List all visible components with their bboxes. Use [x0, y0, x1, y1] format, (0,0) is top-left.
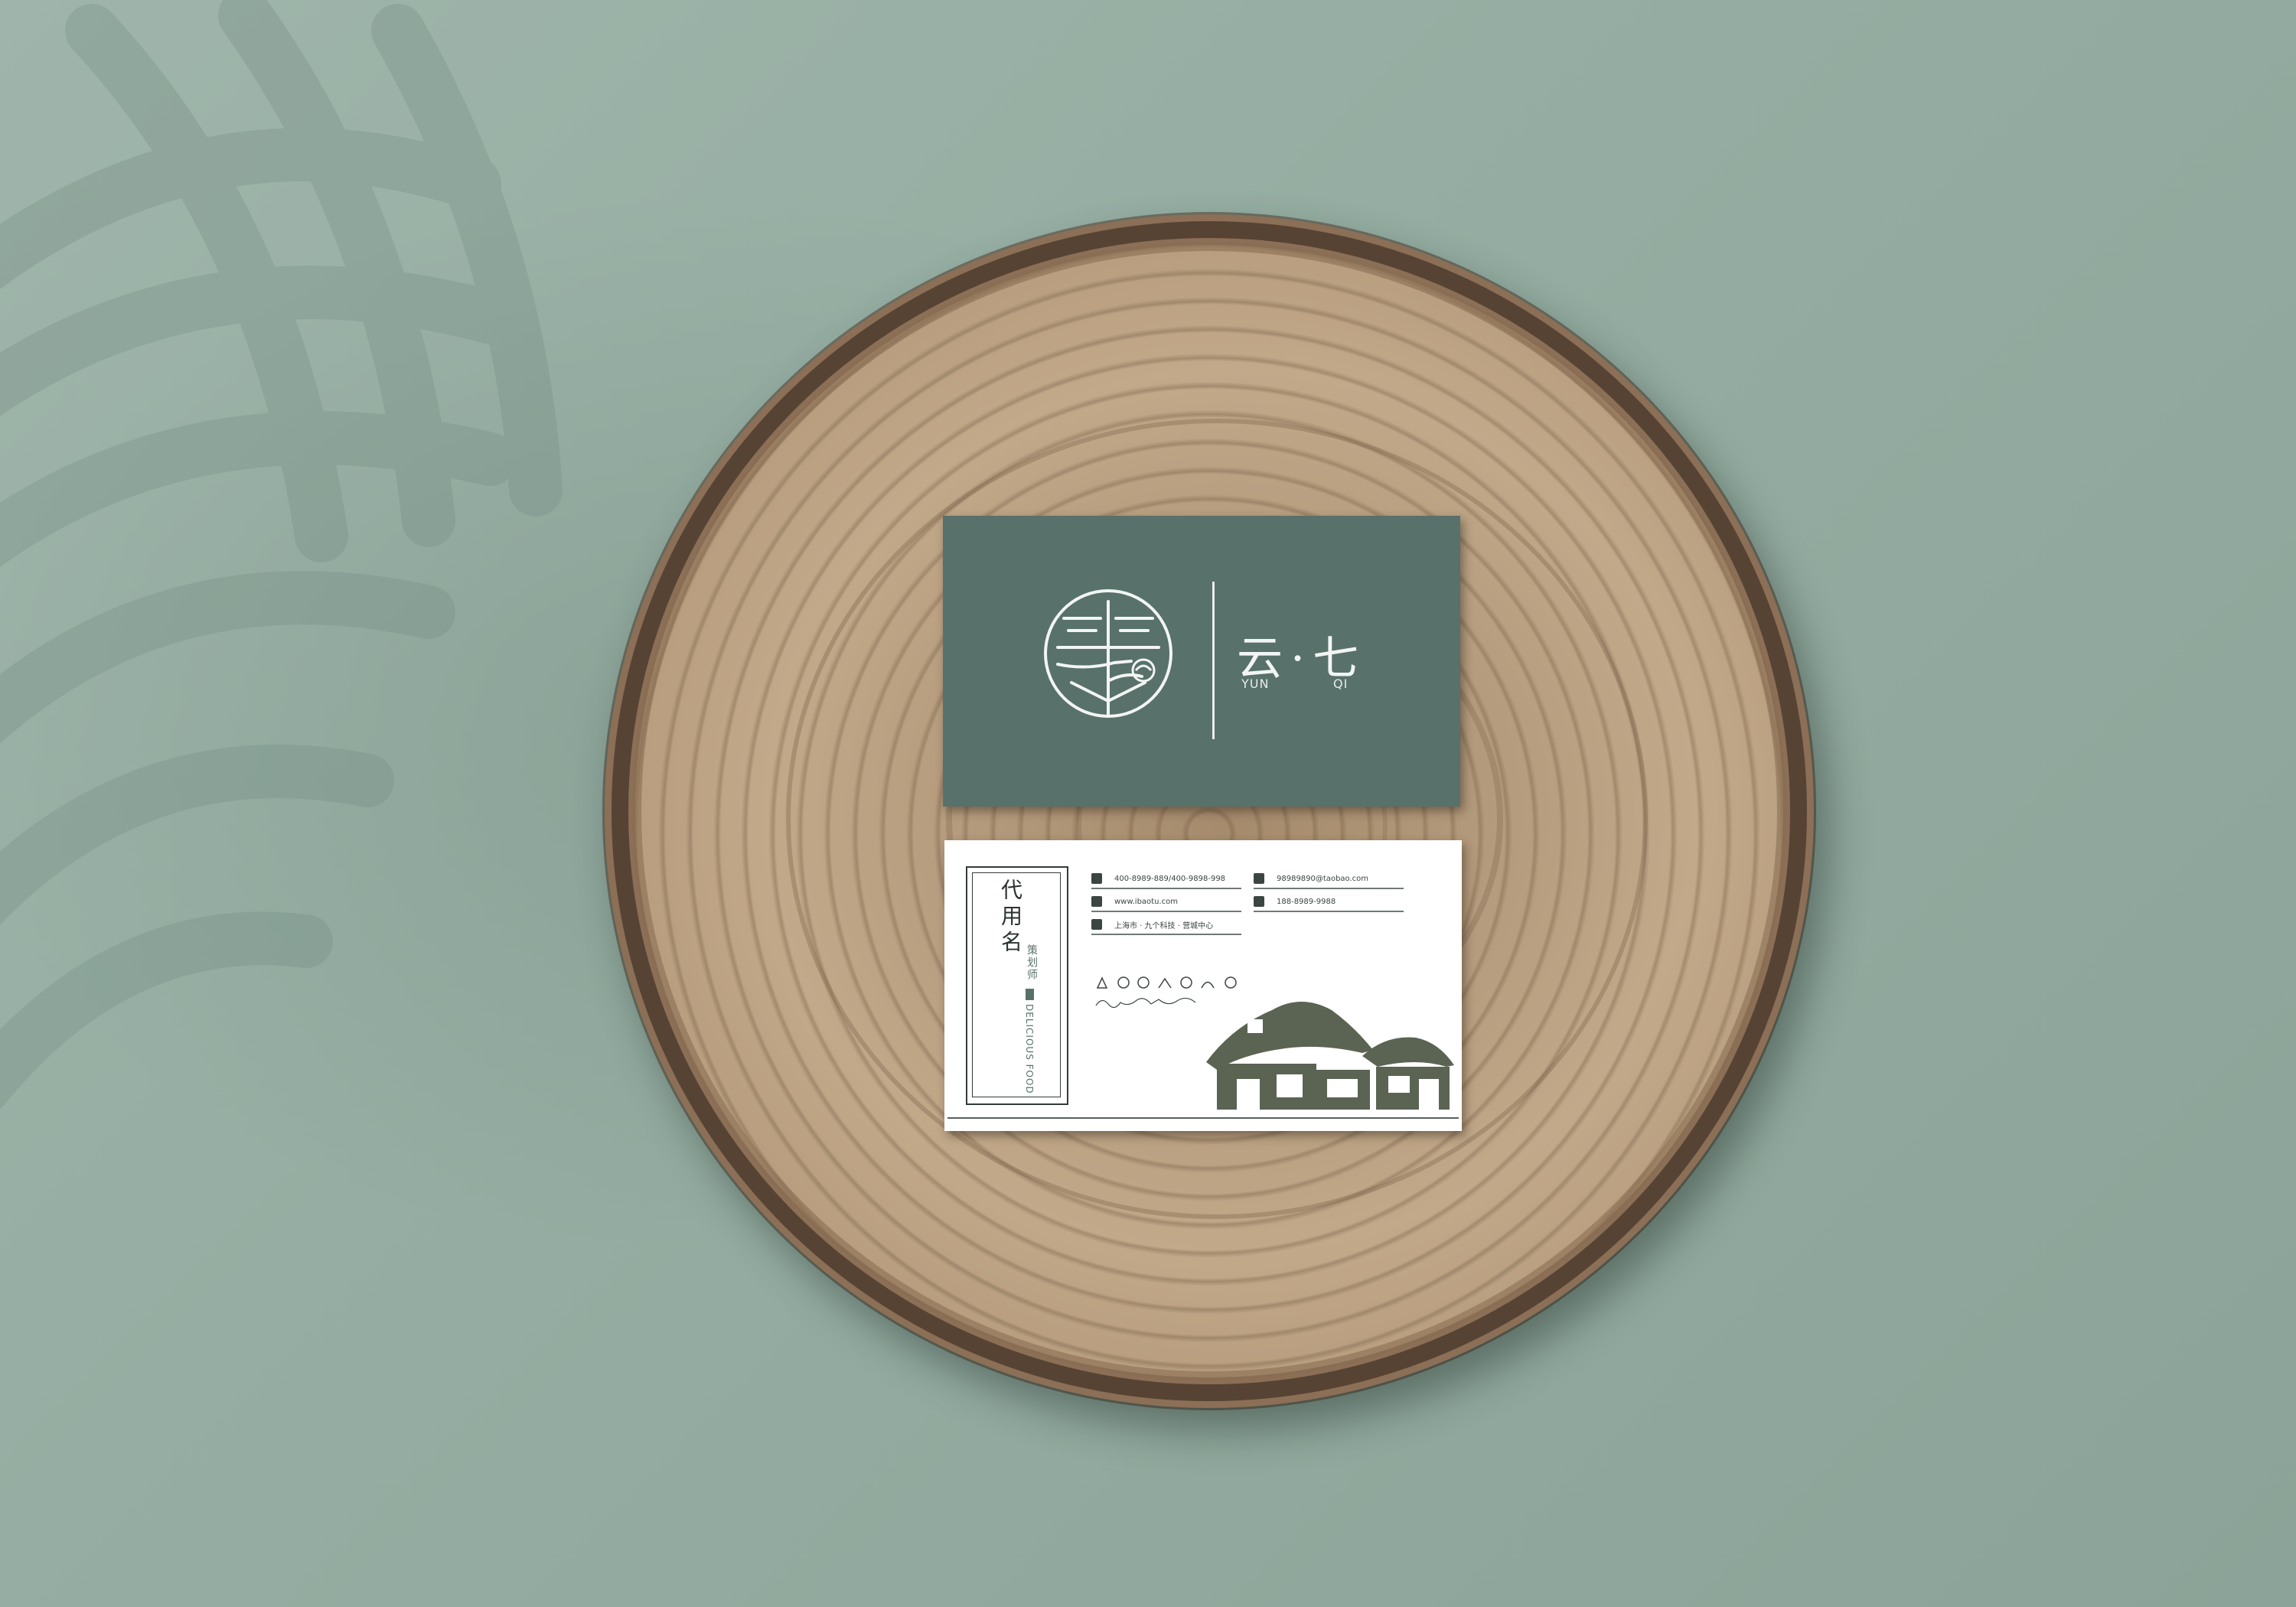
location-icon: [1091, 919, 1102, 930]
business-card-back: 代用名 策划师 DELICIOUS FOOD 400-8989-889/400-…: [944, 840, 1462, 1131]
front-divider: [1212, 582, 1215, 739]
brand-name-en-2: QI: [1333, 676, 1349, 691]
email-text: 98989890@taobao.com: [1277, 874, 1369, 883]
phone-icon: [1091, 873, 1102, 884]
address-underline: [1091, 934, 1241, 935]
mail-icon: [1254, 873, 1264, 884]
card-bottom-rule: [947, 1117, 1459, 1119]
signature-script: [1095, 997, 1196, 1009]
tagline: DELICIOUS FOOD: [1024, 1004, 1035, 1094]
wood-rings: [612, 221, 1807, 1401]
brand-name-en-1: YUN: [1241, 676, 1270, 691]
mobile-text: 188-8989-9988: [1277, 897, 1336, 906]
badge-icons: [1096, 976, 1237, 989]
email-row: 98989890@taobao.com: [1254, 871, 1368, 886]
phone-row: 400-8989-889/400-9898-998: [1091, 871, 1225, 886]
website-row: www.ibaotu.com: [1091, 894, 1178, 909]
phone-text: 400-8989-889/400-9898-998: [1114, 874, 1226, 883]
globe-icon: [1091, 896, 1102, 907]
person-name: 代用名: [998, 878, 1023, 957]
phone-underline: [1091, 888, 1241, 889]
address-row: 上海市 · 九个科技 · 营城中心: [1091, 917, 1213, 932]
mobile-underline: [1254, 911, 1404, 912]
tag-icon: [1026, 989, 1034, 1000]
mobile-row: 188-8989-9988: [1254, 894, 1336, 909]
village-houses-illustration: [1206, 1002, 1454, 1110]
business-card-front: 云·七 YUN QI: [943, 516, 1460, 807]
mobile-icon: [1254, 896, 1264, 907]
wood-slice: 云·七 YUN QI 代用名 策划师 DELICIOUS FOOD 400-89…: [605, 214, 1814, 1408]
table-surface: 云·七 YUN QI 代用名 策划师 DELICIOUS FOOD 400-89…: [0, 0, 2296, 1607]
website-text: www.ibaotu.com: [1114, 897, 1178, 906]
address-text: 上海市 · 九个科技 · 营城中心: [1114, 921, 1214, 931]
website-underline: [1091, 911, 1241, 912]
person-title: 策划师: [1026, 944, 1038, 981]
yunqi-logo-icon: [1044, 589, 1172, 718]
email-underline: [1254, 888, 1404, 889]
